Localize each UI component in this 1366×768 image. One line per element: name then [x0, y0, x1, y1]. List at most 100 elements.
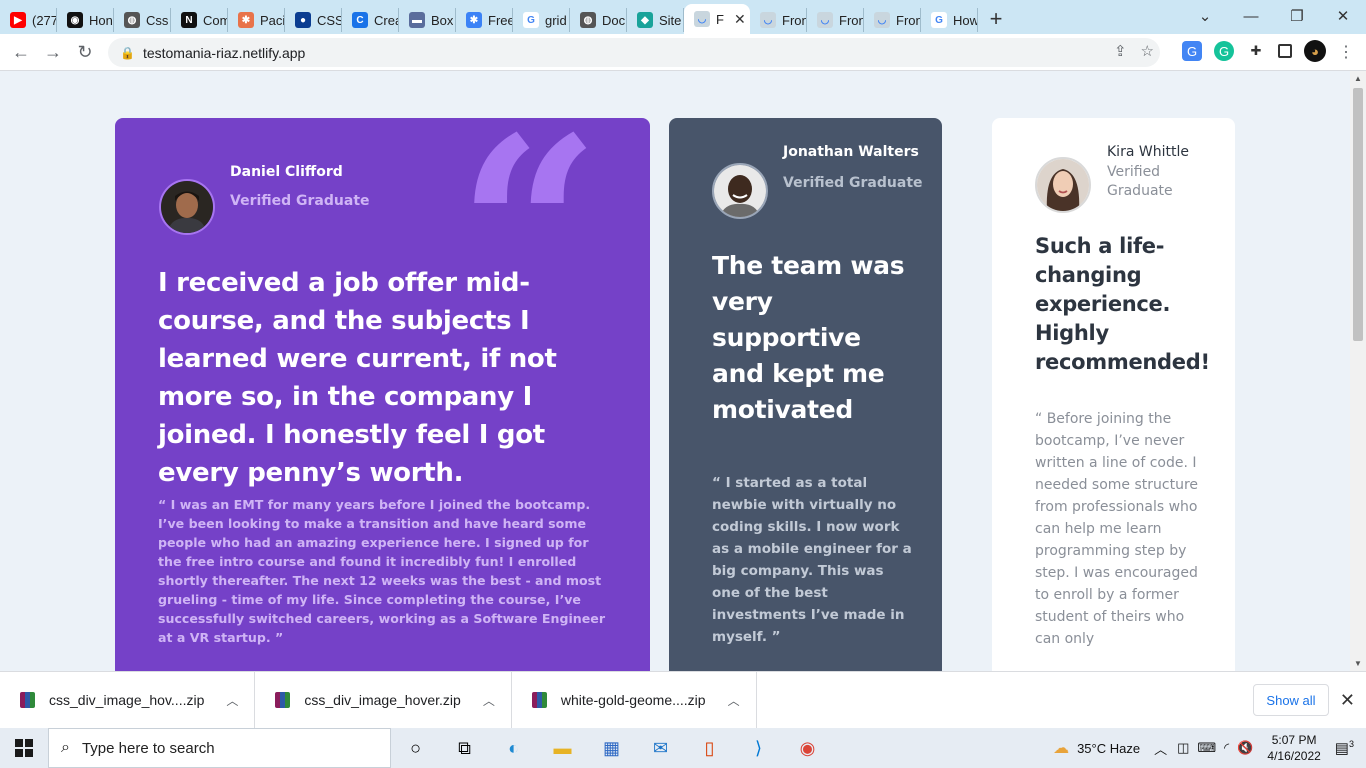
- name-daniel: Daniel Clifford: [230, 164, 343, 180]
- download-filename: white-gold-geome....zip: [560, 692, 706, 708]
- tray-chevron-icon[interactable]: ︿: [1154, 739, 1167, 758]
- restore-button[interactable]: ❐: [1274, 0, 1320, 32]
- tab-title: CSS: [317, 12, 341, 28]
- body-daniel: “ I was an EMT for many years before I j…: [158, 497, 606, 645]
- page-viewport: “ Daniel Clifford Verified Graduate I re…: [0, 71, 1350, 671]
- role-jonathan: Verified Graduate: [783, 175, 923, 191]
- chevron-up-icon[interactable]: ︿: [483, 692, 495, 709]
- body-jonathan: “ I started as a total newbie with virtu…: [712, 475, 912, 645]
- store-icon[interactable]: ▦: [587, 728, 636, 768]
- role-daniel: Verified Graduate: [230, 193, 370, 209]
- browser-tab[interactable]: ▶ (277: [0, 8, 57, 32]
- page-scrollbar[interactable]: ▲ ▼: [1350, 71, 1366, 671]
- zip-file-icon: [531, 692, 547, 708]
- volume-icon[interactable]: 🔇: [1237, 740, 1253, 756]
- wifi-icon[interactable]: ◜: [1224, 740, 1229, 756]
- minimize-button[interactable]: —: [1228, 0, 1274, 32]
- tab-title: Com: [203, 12, 227, 28]
- downloads-bar: css_div_image_hov....zip ︿ css_div_image…: [0, 671, 1366, 729]
- browser-tab[interactable]: ◍ Doc: [570, 8, 627, 32]
- browser-tab[interactable]: ◡ F ✕: [684, 4, 750, 34]
- browser-tab[interactable]: ◡ Fron: [807, 8, 864, 32]
- tab-favicon-icon: ◉: [67, 12, 83, 28]
- download-filename: css_div_image_hov....zip: [49, 692, 205, 708]
- tab-favicon-icon: N: [181, 12, 197, 28]
- system-tray: ☁ 35°C Haze ︿ ◫ ⌨ ◜ 🔇 5:07 PM 4/16/2022 …: [1053, 728, 1366, 768]
- bookmark-star-icon[interactable]: ☆: [1141, 42, 1154, 60]
- tab-favicon-icon: ◡: [760, 12, 776, 28]
- chevron-up-icon[interactable]: ︿: [226, 692, 238, 709]
- browser-toolbar: ← → ↻ 🔒 testomania-riaz.netlify.app ⇪ ☆ …: [0, 34, 1366, 71]
- reload-button[interactable]: ↻: [69, 36, 101, 68]
- forward-button[interactable]: →: [37, 36, 69, 68]
- tab-title: Box: [431, 12, 454, 28]
- show-all-button[interactable]: Show all: [1253, 684, 1329, 716]
- scroll-up-icon[interactable]: ▲: [1354, 74, 1362, 83]
- address-bar[interactable]: 🔒 testomania-riaz.netlify.app ⇪ ☆: [108, 38, 1160, 67]
- mail-icon[interactable]: ✉: [636, 728, 685, 768]
- taskbar-search[interactable]: ⌕ Type here to search: [48, 728, 391, 768]
- weather-text[interactable]: 35°C Haze: [1077, 741, 1140, 756]
- browser-tab[interactable]: ✱ Pacif: [228, 8, 285, 32]
- close-tab-icon[interactable]: ✕: [734, 11, 746, 28]
- grammarly-extension-icon[interactable]: G: [1214, 41, 1234, 61]
- testimonial-card-daniel: “ Daniel Clifford Verified Graduate I re…: [115, 118, 650, 671]
- download-item[interactable]: css_div_image_hov....zip ︿: [0, 671, 256, 729]
- tab-favicon-icon: ◍: [124, 12, 140, 28]
- browser-tab[interactable]: ◡ Fron: [864, 8, 921, 32]
- cortana-icon[interactable]: ○: [391, 728, 440, 768]
- edge-icon[interactable]: ◐: [489, 728, 538, 768]
- vscode-icon[interactable]: ⟩: [734, 728, 783, 768]
- side-panel-icon[interactable]: [1278, 44, 1292, 58]
- task-view-icon[interactable]: ⧉: [440, 728, 489, 768]
- browser-tab[interactable]: ◍ Css: [114, 8, 171, 32]
- clock[interactable]: 5:07 PM 4/16/2022: [1267, 732, 1320, 764]
- tab-title: Fron: [839, 12, 863, 28]
- office-icon[interactable]: ▯: [685, 728, 734, 768]
- avatar-kira: [1035, 157, 1091, 213]
- browser-menu-icon[interactable]: ⋮: [1338, 42, 1354, 62]
- browser-tab[interactable]: ◆ Site: [627, 8, 684, 32]
- chevron-up-icon[interactable]: ︿: [728, 692, 740, 709]
- close-window-button[interactable]: ✕: [1320, 0, 1366, 32]
- browser-tab[interactable]: ▬ Box: [399, 8, 456, 32]
- translate-extension-icon[interactable]: G: [1182, 41, 1202, 61]
- profile-avatar[interactable]: ◕: [1304, 40, 1326, 62]
- share-icon[interactable]: ⇪: [1114, 42, 1127, 60]
- browser-tab[interactable]: G How: [921, 8, 978, 32]
- close-downloads-icon[interactable]: ✕: [1340, 690, 1355, 711]
- tab-title: Site: [659, 12, 682, 28]
- scrollbar-thumb[interactable]: [1353, 88, 1363, 341]
- search-placeholder: Type here to search: [81, 739, 215, 757]
- tab-favicon-icon: G: [523, 12, 539, 28]
- notification-icon[interactable]: ▤3: [1335, 739, 1354, 757]
- browser-tab[interactable]: ◉ Hon: [57, 8, 114, 32]
- download-item[interactable]: css_div_image_hover.zip ︿: [255, 671, 512, 729]
- back-button[interactable]: ←: [5, 36, 37, 68]
- browser-tab[interactable]: N Com: [171, 8, 228, 32]
- browser-tab[interactable]: ✱ Free: [456, 8, 513, 32]
- avatar-daniel: [159, 179, 215, 235]
- browser-tab[interactable]: ◡ Fron: [750, 8, 807, 32]
- file-explorer-icon[interactable]: ▬: [538, 728, 587, 768]
- start-button[interactable]: [0, 728, 48, 768]
- browser-tab[interactable]: ● CSS: [285, 8, 342, 32]
- chrome-icon[interactable]: ◉: [783, 728, 832, 768]
- meet-now-icon[interactable]: ◫: [1177, 740, 1189, 756]
- browser-tab[interactable]: C Crea: [342, 8, 399, 32]
- tab-search-icon[interactable]: ⌄: [1182, 0, 1228, 32]
- avatar-jonathan: [712, 163, 768, 219]
- tab-favicon-icon: ●: [295, 12, 311, 28]
- tab-title: Hon: [89, 12, 113, 28]
- tab-favicon-icon: ◡: [817, 12, 833, 28]
- browser-tab[interactable]: Ggrid: [513, 8, 570, 32]
- new-tab-button[interactable]: +: [978, 4, 1014, 34]
- zip-file-icon: [20, 692, 35, 708]
- tab-favicon-icon: ✱: [238, 12, 254, 28]
- testimonial-card-kira: Kira Whittle Verified Graduate Such a li…: [992, 118, 1235, 671]
- download-item[interactable]: white-gold-geome....zip ︿: [512, 671, 757, 729]
- puzzle-extensions-icon[interactable]: ✚: [1246, 41, 1266, 61]
- scroll-down-icon[interactable]: ▼: [1354, 659, 1362, 668]
- headline-kira: Such a life-changing experience. Highly …: [1035, 234, 1210, 374]
- language-icon[interactable]: ⌨: [1197, 740, 1216, 756]
